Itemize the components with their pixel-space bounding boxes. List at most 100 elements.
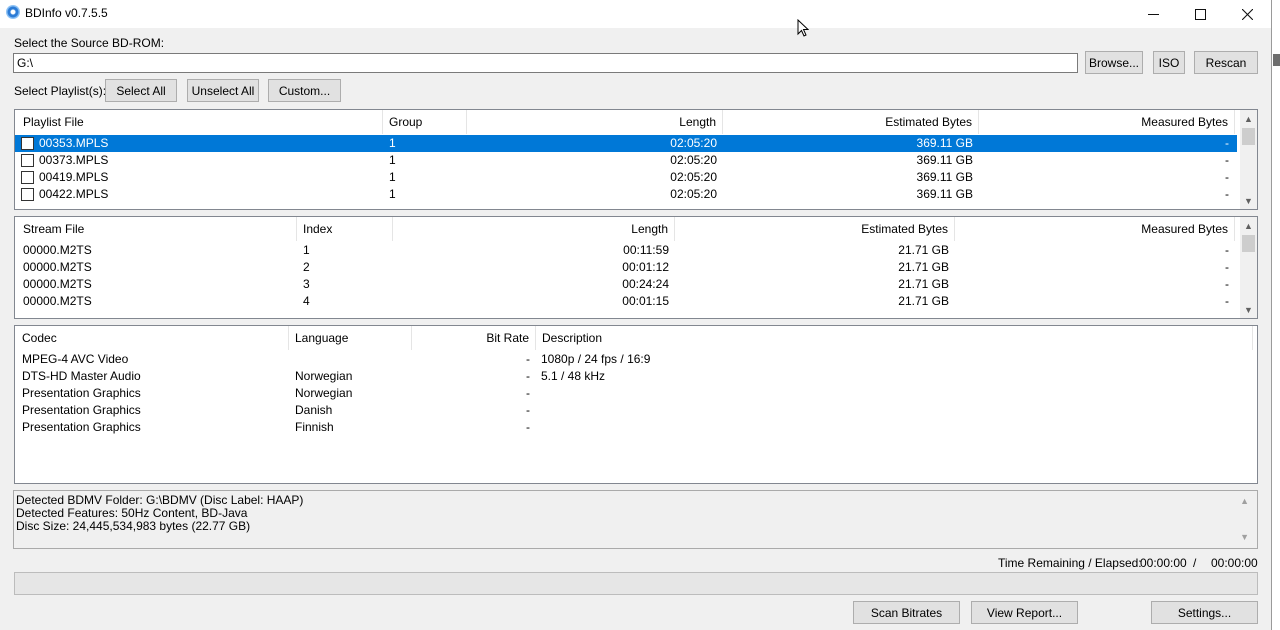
stream-measured-cell: -	[1225, 260, 1229, 274]
playlist-file-cell: 00422.MPLS	[39, 187, 109, 201]
column-header-measured-bytes[interactable]: Measured Bytes	[979, 110, 1235, 134]
stream-scrollbar[interactable]: ▲ ▼	[1240, 217, 1257, 318]
stream-row[interactable]: 00000.M2TS 2 00:01:12 21.71 GB -	[15, 259, 1257, 276]
stream-list-header: Stream File Index Length Estimated Bytes…	[15, 217, 1257, 241]
column-header-description[interactable]: Description	[536, 326, 1253, 350]
scroll-thumb[interactable]	[1242, 235, 1255, 252]
playlist-list[interactable]: Playlist File Group Length Estimated Byt…	[14, 109, 1258, 210]
codec-description-cell	[535, 402, 1135, 419]
codec-language-cell	[289, 351, 412, 368]
playlist-file-cell: 00353.MPLS	[39, 136, 109, 150]
stream-length-cell: 00:01:15	[622, 294, 669, 308]
maximize-button[interactable]	[1177, 0, 1223, 28]
playlist-file-cell: 00419.MPLS	[39, 170, 109, 184]
codec-list[interactable]: Codec Language Bit Rate Description MPEG…	[14, 325, 1258, 484]
playlist-file-cell: 00373.MPLS	[39, 153, 109, 167]
playlist-measured-cell: -	[1225, 153, 1229, 167]
playlist-row[interactable]: 00419.MPLS 1 02:05:20 369.11 GB -	[15, 169, 1257, 186]
stream-estimated-cell: 21.71 GB	[898, 260, 949, 274]
column-header-measured-bytes[interactable]: Measured Bytes	[955, 217, 1235, 241]
stream-measured-cell: -	[1225, 294, 1229, 308]
codec-description-cell	[535, 385, 1135, 402]
stream-measured-cell: -	[1225, 243, 1229, 257]
scroll-thumb[interactable]	[1242, 128, 1255, 145]
playlist-row[interactable]: 00373.MPLS 1 02:05:20 369.11 GB -	[15, 152, 1257, 169]
playlist-estimated-cell: 369.11 GB	[916, 187, 973, 201]
codec-language-cell: Norwegian	[295, 386, 353, 400]
close-button[interactable]	[1224, 0, 1270, 28]
playlist-scrollbar[interactable]: ▲ ▼	[1240, 110, 1257, 209]
column-header-estimated-bytes[interactable]: Estimated Bytes	[723, 110, 979, 134]
stream-row[interactable]: 00000.M2TS 3 00:24:24 21.71 GB -	[15, 276, 1257, 293]
scroll-up-icon[interactable]: ▲	[1240, 217, 1257, 234]
column-header-length[interactable]: Length	[467, 110, 723, 134]
stream-row[interactable]: 00000.M2TS 1 00:11:59 21.71 GB -	[15, 242, 1257, 259]
window-title: BDInfo v0.7.5.5	[25, 6, 108, 20]
scroll-down-icon[interactable]: ▼	[1240, 531, 1249, 544]
custom-button[interactable]: Custom...	[268, 79, 341, 102]
source-path-input[interactable]: G:\	[13, 53, 1078, 73]
minimize-icon	[1147, 13, 1159, 15]
codec-bitrate-cell: -	[526, 369, 530, 383]
codec-language-cell: Finnish	[295, 420, 334, 434]
unselect-all-button[interactable]: Unselect All	[187, 79, 259, 102]
settings-button[interactable]: Settings...	[1151, 601, 1258, 624]
scroll-up-icon[interactable]: ▲	[1240, 110, 1257, 127]
time-remaining-value: 00:00:00	[1140, 556, 1187, 570]
playlist-measured-cell: -	[1225, 136, 1229, 150]
stream-file-cell: 00000.M2TS	[23, 243, 92, 257]
column-header-estimated-bytes[interactable]: Estimated Bytes	[675, 217, 955, 241]
minimize-button[interactable]	[1130, 0, 1176, 28]
codec-name-cell: DTS-HD Master Audio	[22, 369, 141, 383]
time-separator: /	[1193, 556, 1197, 570]
column-header-index[interactable]: Index	[297, 217, 393, 241]
bdinfo-app-icon	[6, 5, 20, 19]
disc-info-textbox[interactable]: Detected BDMV Folder: G:\BDMV (Disc Labe…	[13, 490, 1258, 549]
codec-name-cell: MPEG-4 AVC Video	[22, 352, 129, 366]
codec-row[interactable]: MPEG-4 AVC Video - 1080p / 24 fps / 16:9	[15, 351, 1257, 368]
codec-description-cell	[535, 419, 1135, 436]
scroll-down-icon[interactable]: ▼	[1240, 301, 1257, 318]
column-header-language[interactable]: Language	[289, 326, 412, 350]
rescan-button[interactable]: Rescan	[1194, 51, 1258, 74]
view-report-button[interactable]: View Report...	[971, 601, 1078, 624]
stream-length-cell: 00:01:12	[622, 260, 669, 274]
scroll-down-icon[interactable]: ▼	[1240, 192, 1257, 209]
scroll-up-icon[interactable]: ▲	[1240, 495, 1249, 508]
codec-name-cell: Presentation Graphics	[22, 403, 141, 417]
playlist-measured-cell: -	[1225, 170, 1229, 184]
codec-description-cell: 1080p / 24 fps / 16:9	[541, 352, 651, 366]
codec-bitrate-cell: -	[526, 403, 530, 417]
select-all-button[interactable]: Select All	[105, 79, 177, 102]
codec-row[interactable]: Presentation Graphics Danish -	[15, 402, 1257, 419]
stream-measured-cell: -	[1225, 277, 1229, 291]
select-playlists-label: Select Playlist(s):	[14, 84, 107, 98]
playlist-measured-cell: -	[1225, 187, 1229, 201]
stream-list[interactable]: Stream File Index Length Estimated Bytes…	[14, 216, 1258, 319]
stream-row[interactable]: 00000.M2TS 4 00:01:15 21.71 GB -	[15, 293, 1257, 310]
column-header-stream-file[interactable]: Stream File	[17, 217, 297, 241]
codec-row[interactable]: DTS-HD Master Audio Norwegian - 5.1 / 48…	[15, 368, 1257, 385]
column-header-playlist-file[interactable]: Playlist File	[17, 110, 383, 134]
playlist-row[interactable]: 00422.MPLS 1 02:05:20 369.11 GB -	[15, 186, 1257, 203]
codec-name-cell: Presentation Graphics	[22, 386, 141, 400]
time-remaining-label: Time Remaining / Elapsed:	[998, 556, 1142, 570]
playlist-row[interactable]: 00353.MPLS 1 02:05:20 369.11 GB -	[15, 135, 1237, 152]
codec-row[interactable]: Presentation Graphics Finnish -	[15, 419, 1257, 436]
column-header-bit-rate[interactable]: Bit Rate	[412, 326, 536, 350]
playlist-estimated-cell: 369.11 GB	[916, 153, 973, 167]
mouse-cursor-icon	[797, 19, 809, 37]
title-bar: BDInfo v0.7.5.5	[0, 0, 1271, 28]
column-header-length[interactable]: Length	[393, 217, 675, 241]
iso-button[interactable]: ISO	[1153, 51, 1185, 74]
codec-list-header: Codec Language Bit Rate Description	[15, 326, 1257, 350]
background-window-edge	[1271, 0, 1280, 630]
column-header-codec[interactable]: Codec	[16, 326, 289, 350]
stream-length-cell: 00:24:24	[622, 277, 669, 291]
codec-description-cell: 5.1 / 48 kHz	[541, 369, 606, 383]
codec-row[interactable]: Presentation Graphics Norwegian -	[15, 385, 1257, 402]
stream-estimated-cell: 21.71 GB	[898, 294, 949, 308]
scan-bitrates-button[interactable]: Scan Bitrates	[853, 601, 960, 624]
browse-button[interactable]: Browse...	[1085, 51, 1143, 74]
column-header-group[interactable]: Group	[383, 110, 467, 134]
